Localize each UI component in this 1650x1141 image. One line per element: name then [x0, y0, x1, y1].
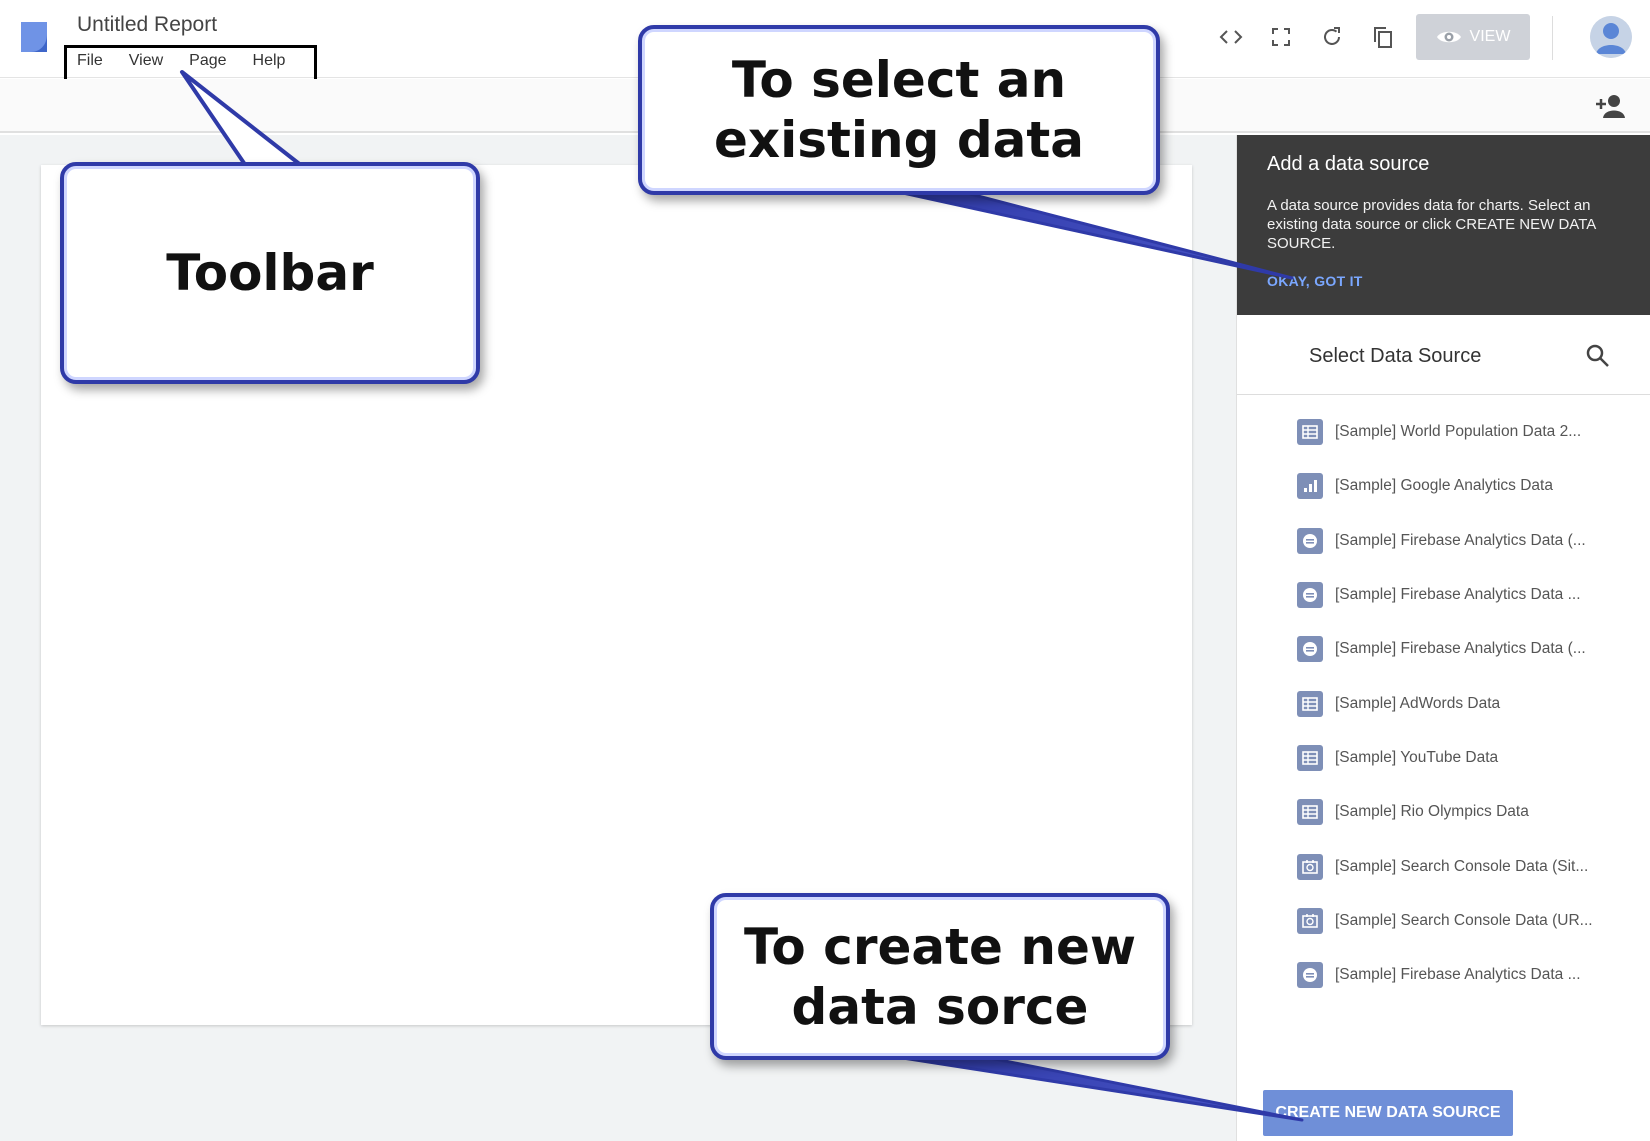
refresh-icon[interactable] [1319, 24, 1345, 50]
data-source-item-label: [Sample] Firebase Analytics Data ... [1335, 966, 1581, 984]
callout-toolbar: Toolbar [60, 162, 480, 384]
okay-got-it-link[interactable]: OKAY, GOT IT [1267, 273, 1363, 289]
eye-icon [1436, 31, 1461, 43]
copy-icon[interactable] [1370, 24, 1396, 50]
table-icon [1297, 690, 1323, 717]
data-source-item-label: [Sample] Firebase Analytics Data ... [1335, 586, 1581, 604]
firebase-icon [1297, 636, 1323, 663]
table-icon [1297, 799, 1323, 826]
data-source-item[interactable]: [Sample] Search Console Data (Sit... [1237, 839, 1650, 893]
select-data-source-header: Select Data Source [1237, 315, 1650, 395]
data-source-item[interactable]: [Sample] Firebase Analytics Data ... [1237, 948, 1650, 1002]
callout-select-existing: To select an existing data [638, 25, 1160, 195]
data-source-item-label: [Sample] Google Analytics Data [1335, 477, 1553, 495]
data-source-item[interactable]: [Sample] Rio Olympics Data [1237, 785, 1650, 839]
add-data-source-tooltip: Add a data source A data source provides… [1237, 135, 1650, 315]
search-console-icon [1297, 907, 1323, 934]
data-source-item[interactable]: [Sample] Firebase Analytics Data (... [1237, 622, 1650, 676]
data-source-item[interactable]: [Sample] Google Analytics Data [1237, 459, 1650, 513]
data-source-item-label: [Sample] World Population Data 2... [1335, 423, 1582, 441]
data-source-item-label: [Sample] YouTube Data [1335, 748, 1499, 766]
embed-icon[interactable] [1218, 24, 1244, 50]
data-source-item[interactable]: [Sample] World Population Data 2... [1237, 405, 1650, 459]
firebase-icon [1297, 527, 1323, 554]
view-button-label: VIEW [1469, 28, 1511, 45]
view-button[interactable]: VIEW [1416, 14, 1530, 60]
report-title[interactable]: Untitled Report [77, 13, 217, 37]
firebase-icon [1297, 582, 1323, 609]
callout-create-new: To create new data sorce [710, 893, 1170, 1060]
table-icon [1297, 744, 1323, 771]
data-source-item[interactable]: [Sample] Firebase Analytics Data (... [1237, 514, 1650, 568]
avatar[interactable] [1590, 16, 1632, 58]
fullscreen-icon[interactable] [1268, 24, 1294, 50]
data-source-item-label: [Sample] Search Console Data (Sit... [1335, 857, 1589, 875]
data-source-item-label: [Sample] Search Console Data (UR... [1335, 911, 1593, 929]
data-source-item[interactable]: [Sample] Search Console Data (UR... [1237, 894, 1650, 948]
data-source-item[interactable]: [Sample] Firebase Analytics Data ... [1237, 568, 1650, 622]
data-source-item[interactable]: [Sample] AdWords Data [1237, 676, 1650, 730]
analytics-icon [1297, 473, 1323, 500]
create-new-data-source-button[interactable]: CREATE NEW DATA SOURCE [1263, 1090, 1513, 1136]
table-icon [1297, 419, 1323, 446]
data-source-item-label: [Sample] Rio Olympics Data [1335, 803, 1529, 821]
select-data-source-title: Select Data Source [1309, 345, 1482, 367]
data-source-item-label: [Sample] Firebase Analytics Data (... [1335, 531, 1586, 549]
firebase-icon [1297, 962, 1323, 989]
data-source-list: [Sample] World Population Data 2... [Samp… [1237, 405, 1650, 1002]
search-console-icon [1297, 853, 1323, 880]
tooltip-text: A data source provides data for charts. … [1267, 197, 1596, 252]
tooltip-title: Add a data source [1267, 153, 1430, 175]
header-divider [1552, 16, 1553, 60]
data-source-item-label: [Sample] Firebase Analytics Data (... [1335, 640, 1586, 658]
search-icon[interactable] [1585, 343, 1611, 369]
add-person-icon[interactable] [1596, 93, 1626, 119]
data-source-panel: Add a data source A data source provides… [1236, 135, 1650, 1141]
data-studio-logo-icon[interactable] [17, 20, 51, 54]
data-source-item[interactable]: [Sample] YouTube Data [1237, 731, 1650, 785]
data-source-item-label: [Sample] AdWords Data [1335, 694, 1501, 712]
